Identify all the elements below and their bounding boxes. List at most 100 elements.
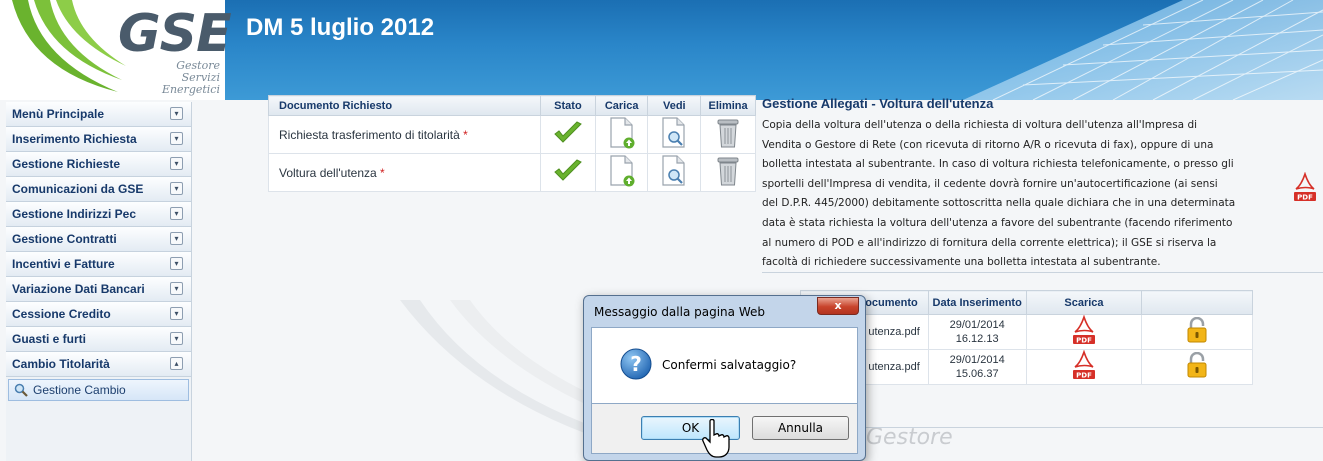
document-name-cell: Voltura dell'utenza * xyxy=(267,153,542,192)
col-stato: Stato xyxy=(540,95,596,116)
sidebar-menu: Menù Principale ▾ Inserimento Richiesta ▾ … xyxy=(6,102,192,461)
view-cell xyxy=(647,115,702,154)
sidebar-item-indirizzi-pec[interactable]: Gestione Indirizzi Pec ▾ xyxy=(6,202,191,227)
sidebar-item-label: Variazione Dati Bancari xyxy=(12,282,145,296)
sidebar-item-label: Cambio Titolarità xyxy=(12,357,110,371)
logo-swoosh-icon xyxy=(12,0,126,92)
sidebar-item-contratti[interactable]: Gestione Contratti ▾ xyxy=(6,227,191,252)
chevron-down-icon[interactable]: ▾ xyxy=(170,132,183,145)
magnifier-icon xyxy=(14,383,28,397)
upload-cell xyxy=(594,115,649,154)
sidebar-item-cambio-titolarita[interactable]: Cambio Titolarità ▴ xyxy=(6,352,191,377)
sidebar-item-cessione-credito[interactable]: Cessione Credito ▾ xyxy=(6,302,191,327)
sidebar-item-label: Inserimento Richiesta xyxy=(12,132,137,146)
trash-icon[interactable] xyxy=(717,156,739,186)
app-window: GSE Gestore Servizi Energetici DM 5 lugl… xyxy=(0,0,1323,461)
chevron-down-icon[interactable]: ▾ xyxy=(170,332,183,345)
table-row: utenza.pdf 29/01/2014 15.06.37 PDF xyxy=(800,349,1253,385)
sidebar-subitem-gestione-cambio[interactable]: Gestione Cambio xyxy=(8,379,189,401)
col-actions xyxy=(1141,290,1253,315)
date-cell: 29/01/2014 15.06.37 xyxy=(927,349,1027,385)
sidebar-item-gestione-richieste[interactable]: Gestione Richieste ▾ xyxy=(6,152,191,177)
delete-cell xyxy=(700,153,756,192)
status-cell xyxy=(540,115,596,154)
watermark-text: Gestore xyxy=(866,425,953,450)
sidebar-item-label: Menù Principale xyxy=(12,107,105,121)
col-carica: Carica xyxy=(594,95,649,116)
sidebar-item-label: Gestione Richieste xyxy=(12,157,121,171)
sidebar-item-menu-principale[interactable]: Menù Principale ▾ xyxy=(6,102,191,127)
chevron-down-icon[interactable]: ▾ xyxy=(170,107,183,120)
delete-cell xyxy=(700,115,756,154)
info-description: Copia della voltura dell'utenza o della … xyxy=(762,116,1287,273)
date: 29/01/2014 xyxy=(949,319,1005,331)
chevron-down-icon[interactable]: ▾ xyxy=(170,182,183,195)
upload-document-icon[interactable] xyxy=(608,117,636,149)
col-elimina: Elimina xyxy=(700,95,756,116)
sidebar-item-guasti-furti[interactable]: Guasti e furti ▾ xyxy=(6,327,191,352)
lock-cell xyxy=(1141,314,1253,350)
upload-cell xyxy=(594,153,649,192)
logo-subtitle-1: Gestore xyxy=(176,59,220,72)
table-header-row: ocumento Data Inserimento Scarica xyxy=(800,290,1253,315)
hand-cursor-icon xyxy=(702,419,730,458)
view-document-icon[interactable] xyxy=(660,117,688,149)
pdf-download-icon[interactable]: PDF xyxy=(1072,349,1095,380)
time: 16.12.13 xyxy=(955,333,999,345)
attachments-info-panel: Gestione Allegati - Voltura dell'utenza … xyxy=(762,96,1292,273)
document-name: Voltura dell'utenza xyxy=(279,165,377,180)
document-name: Richiesta trasferimento di titolarità xyxy=(279,127,460,142)
table-row: utenza.pdf 29/01/2014 16.12.13 PDF xyxy=(800,314,1253,350)
chevron-down-icon[interactable]: ▾ xyxy=(170,307,183,320)
info-line: sportelli dell'Impresa di vendita, il ce… xyxy=(762,177,1218,190)
chevron-down-icon[interactable]: ▾ xyxy=(170,207,183,220)
date: 29/01/2014 xyxy=(949,354,1005,366)
cancel-button[interactable]: Annulla xyxy=(752,416,849,440)
question-icon: ? xyxy=(620,348,652,380)
chevron-down-icon[interactable]: ▾ xyxy=(170,157,183,170)
document-name-cell: Richiesta trasferimento di titolarità * xyxy=(267,115,542,154)
table-header-row: Documento Richiesto Stato Carica Vedi El… xyxy=(267,95,756,116)
trash-icon[interactable] xyxy=(717,118,739,148)
sidebar-item-label: Comunicazioni da GSE xyxy=(12,182,144,196)
padlock-icon xyxy=(1187,351,1207,378)
dialog-body: ? Confermi salvataggio? xyxy=(591,327,858,404)
chevron-down-icon[interactable]: ▾ xyxy=(170,257,183,270)
sidebar-item-label: Incentivi e Fatture xyxy=(12,257,115,271)
sidebar-item-label: Guasti e furti xyxy=(12,332,87,346)
view-cell xyxy=(647,153,702,192)
view-document-icon[interactable] xyxy=(660,155,688,187)
pdf-download-icon[interactable]: PDF xyxy=(1072,314,1095,345)
svg-text:?: ? xyxy=(630,352,642,376)
chevron-down-icon[interactable]: ▾ xyxy=(170,232,183,245)
attachments-table: ocumento Data Inserimento Scarica utenza… xyxy=(800,290,1253,385)
close-button[interactable]: x xyxy=(817,297,859,315)
solar-panels-graphic xyxy=(963,0,1323,100)
download-cell: PDF xyxy=(1025,314,1143,350)
col-scarica: Scarica xyxy=(1025,290,1143,315)
pdf-label: PDF xyxy=(1297,194,1313,202)
sidebar-item-label: Gestione Indirizzi Pec xyxy=(12,207,137,221)
upload-document-icon[interactable] xyxy=(608,155,636,187)
sidebar-item-dati-bancari[interactable]: Variazione Dati Bancari ▾ xyxy=(6,277,191,302)
dialog-message: Confermi salvataggio? xyxy=(662,358,797,372)
col-vedi: Vedi xyxy=(647,95,702,116)
pdf-download-icon[interactable]: PDF xyxy=(1294,172,1316,202)
info-line: facoltà di richiedere successivamente un… xyxy=(762,256,1161,269)
dialog-title: Messaggio dalla pagina Web xyxy=(594,305,765,319)
sidebar-item-inserimento-richiesta[interactable]: Inserimento Richiesta ▾ xyxy=(6,127,191,152)
info-line: Vendita o Gestore di Rete (con ricevuta … xyxy=(762,138,1214,151)
gse-logo[interactable]: GSE Gestore Servizi Energetici xyxy=(0,0,232,100)
sidebar-item-incentivi[interactable]: Incentivi e Fatture ▾ xyxy=(6,252,191,277)
chevron-down-icon[interactable]: ▾ xyxy=(170,282,183,295)
required-marker: * xyxy=(463,127,468,142)
sidebar-item-comunicazioni[interactable]: Comunicazioni da GSE ▾ xyxy=(6,177,191,202)
col-data-inserimento: Data Inserimento xyxy=(927,290,1027,315)
chevron-up-icon[interactable]: ▴ xyxy=(170,357,183,370)
checkmark-icon xyxy=(554,121,582,143)
info-line: bolletta intestata al subentrante. In ca… xyxy=(762,158,1234,171)
info-line: al numero di POD e all'indirizzo di forn… xyxy=(762,236,1217,249)
table-row: Voltura dell'utenza * xyxy=(267,153,756,192)
info-line: data è stata richiesta la voltura dell'u… xyxy=(762,216,1233,229)
download-cell: PDF xyxy=(1025,349,1143,385)
